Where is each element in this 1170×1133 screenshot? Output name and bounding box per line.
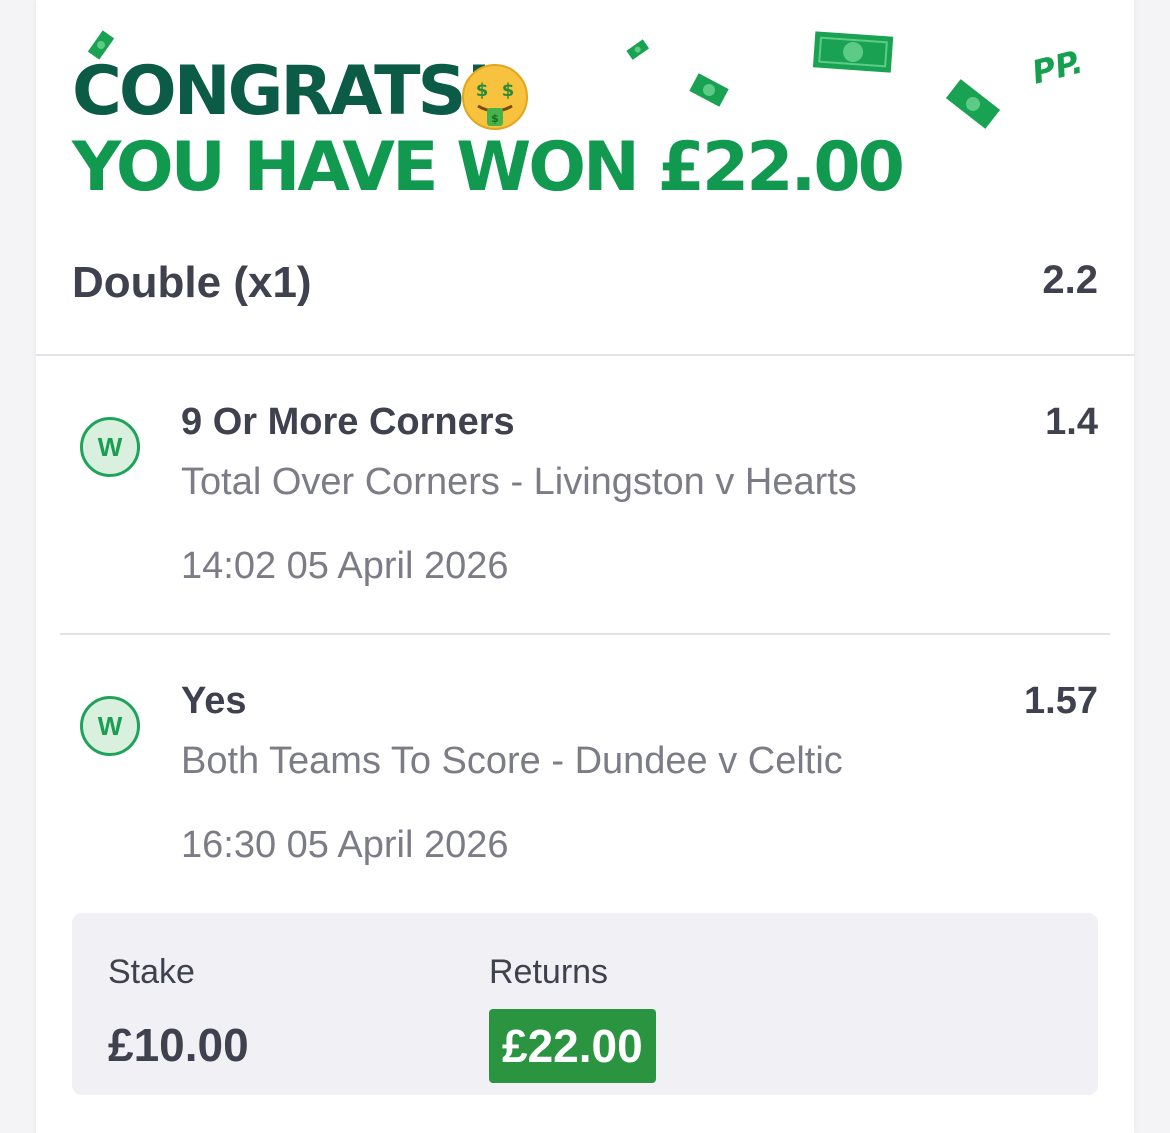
stake-label: Stake [108, 953, 195, 991]
returns-label: Returns [489, 953, 609, 991]
win-badge-icon: W [80, 417, 140, 477]
svg-text:$: $ [502, 80, 515, 101]
selection-market: Total Over Corners - Livingston v Hearts [181, 461, 857, 503]
stake-value: £10.00 [108, 1019, 249, 1071]
bet-total-odds: 2.2 [1042, 258, 1098, 302]
paddy-power-logo: PP. [1028, 42, 1087, 92]
banknote-icon [945, 79, 1001, 129]
svg-text:$: $ [476, 80, 489, 101]
selection-name: Yes [181, 680, 247, 722]
selection-time: 16:30 05 April 2026 [181, 824, 509, 866]
congrats-heading: CONGRATS! [72, 52, 495, 131]
returns-value: £22.00 [489, 1009, 656, 1083]
won-amount-heading: YOU HAVE WON £22.00 [72, 128, 905, 207]
win-badge-icon: W [80, 696, 140, 756]
selection-row: W Yes 1.57 Both Teams To Score - Dundee … [36, 634, 1134, 874]
money-mouth-face-icon: $ $ $ [462, 64, 528, 130]
selection-odds: 1.4 [1045, 401, 1098, 443]
stake-returns-summary: Stake £10.00 Returns £22.00 [72, 913, 1098, 1095]
banknote-icon [689, 73, 729, 107]
bet-type-label: Double (x1) [72, 258, 312, 307]
selection-time: 14:02 05 April 2026 [181, 545, 509, 587]
banknote-icon [626, 39, 650, 60]
banknote-icon [812, 31, 894, 73]
selection-market: Both Teams To Score - Dundee v Celtic [181, 740, 843, 782]
svg-text:$: $ [491, 112, 499, 125]
win-header: CONGRATS! $ $ $ PP. YOU HAVE WON £22.00 … [36, 0, 1134, 355]
selection-name: 9 Or More Corners [181, 401, 515, 443]
bet-receipt-card: CONGRATS! $ $ $ PP. YOU HAVE WON £22.00 … [36, 0, 1134, 1133]
selection-row: W 9 Or More Corners 1.4 Total Over Corne… [36, 355, 1134, 595]
selection-odds: 1.57 [1024, 680, 1098, 722]
